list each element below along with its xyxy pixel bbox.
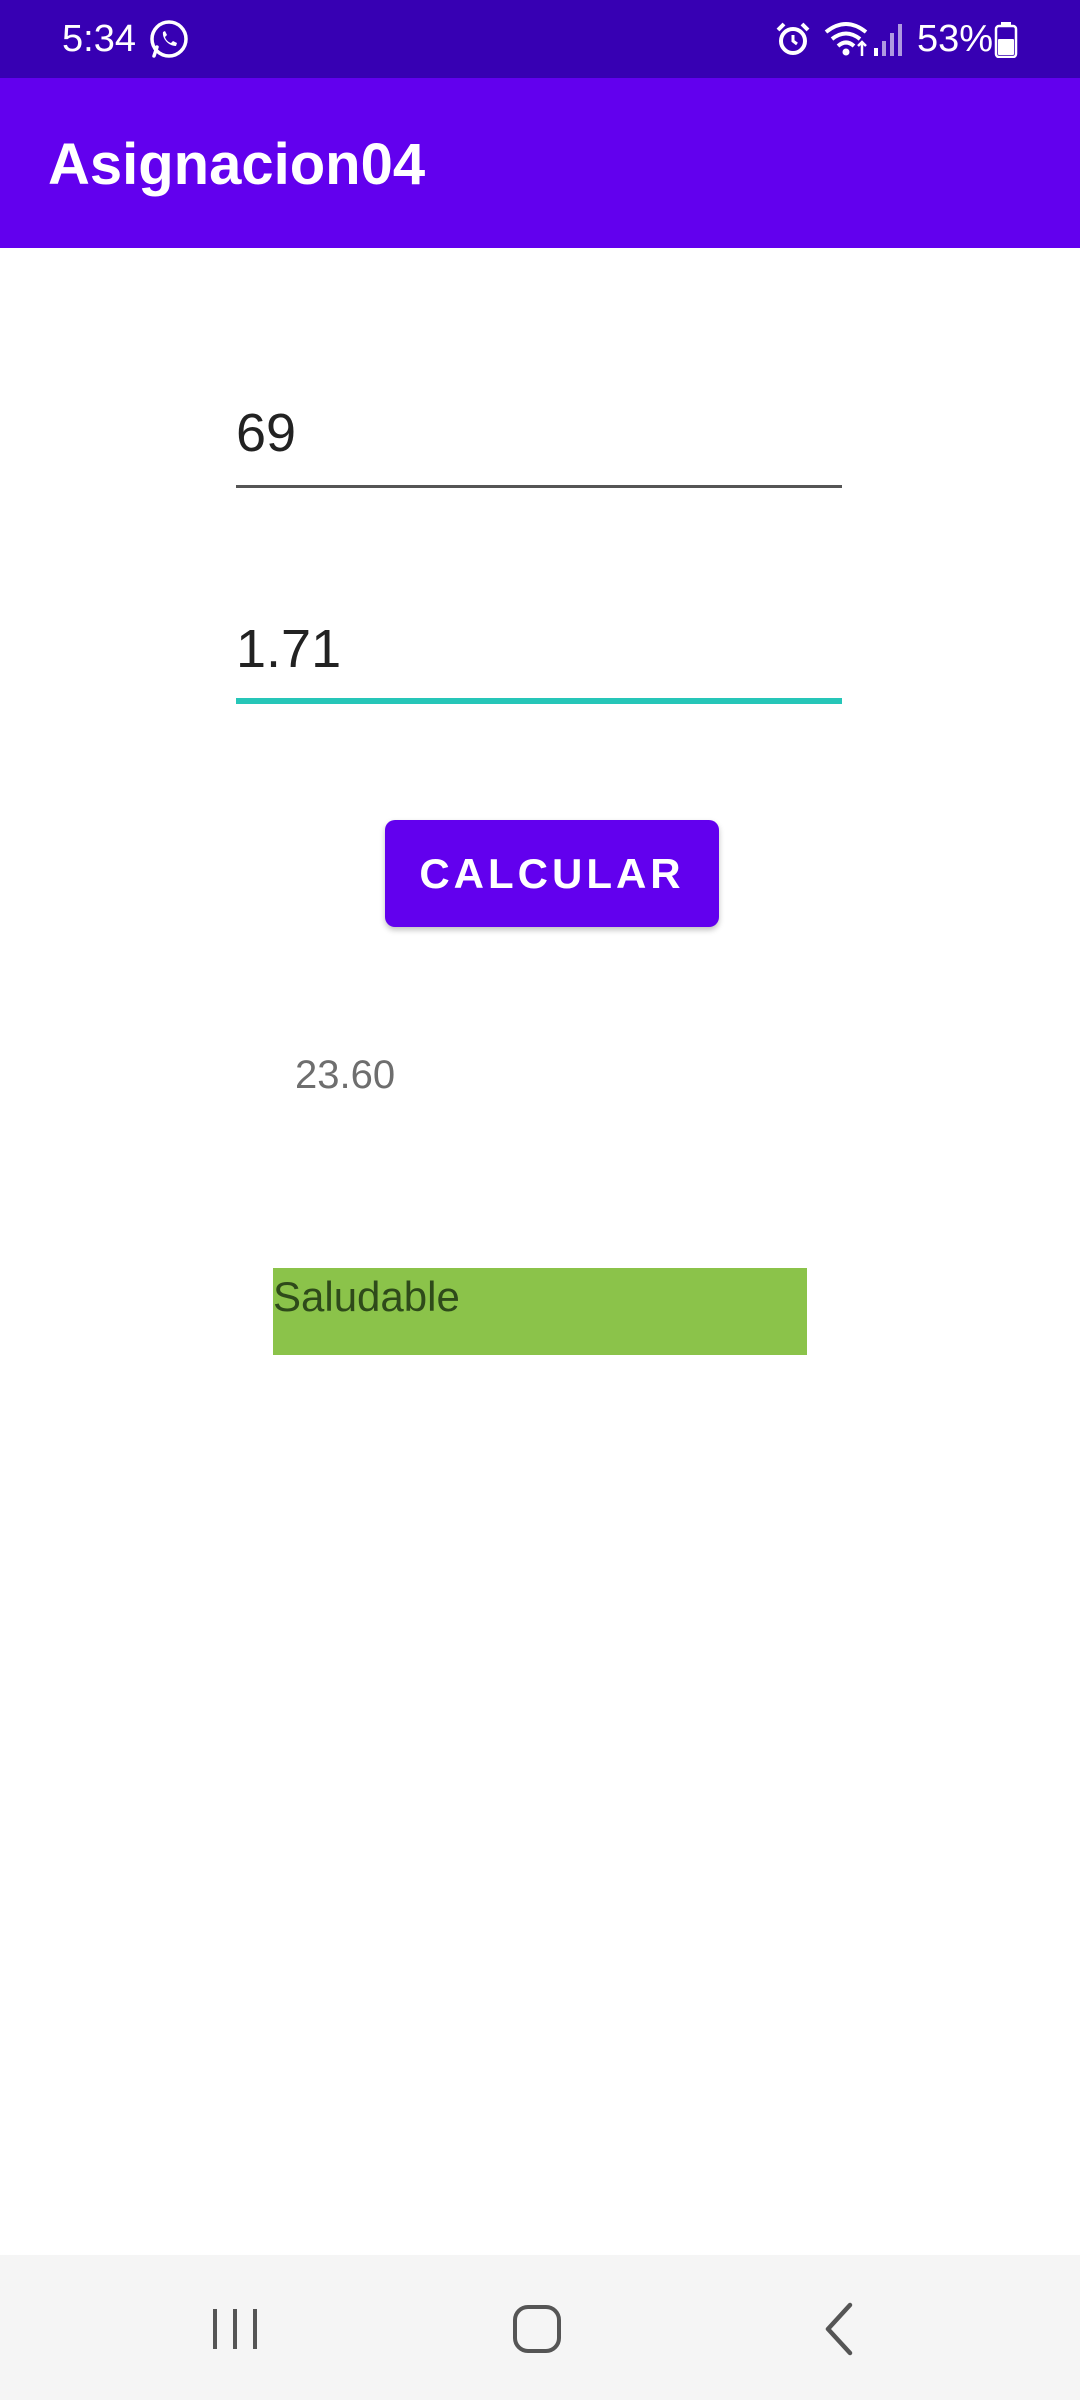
home-icon[interactable] [511, 2303, 563, 2355]
app-bar: Asignacion04 [0, 78, 1080, 248]
weight-input[interactable]: 69 [236, 398, 842, 488]
height-input-value: 1.71 [236, 619, 342, 679]
wifi-icon [824, 22, 868, 56]
height-input[interactable]: 1.71 [236, 614, 842, 704]
status-bar: 5:34 53% [0, 0, 1080, 78]
battery-icon [994, 22, 1018, 58]
bmi-result: 23.60 [295, 1053, 396, 1097]
app-title: Asignacion04 [48, 132, 426, 197]
height-input-underline [236, 698, 842, 704]
weight-input-underline [236, 485, 842, 488]
recents-icon[interactable] [208, 2305, 262, 2353]
screen: 5:34 53% Asignacion04 69 1.71 CALCULAR 2… [0, 0, 1080, 2400]
status-time: 5:34 [62, 18, 136, 60]
weight-input-value: 69 [236, 403, 297, 463]
whatsapp-icon [150, 20, 188, 58]
back-icon[interactable] [820, 2301, 860, 2357]
alarm-icon [776, 22, 810, 55]
signal-icon [874, 24, 902, 56]
calculate-button[interactable]: CALCULAR [385, 820, 719, 927]
bmi-classification: Saludable [273, 1268, 807, 1355]
battery-percentage: 53% [917, 18, 994, 60]
navigation-bar [0, 2255, 1080, 2400]
